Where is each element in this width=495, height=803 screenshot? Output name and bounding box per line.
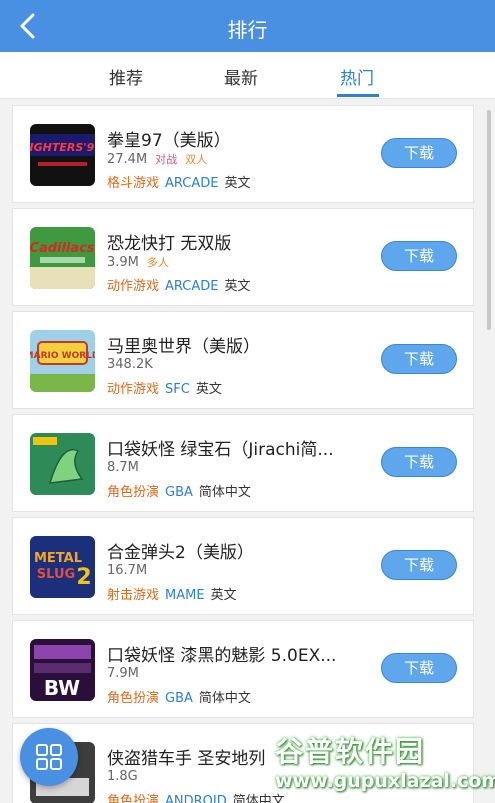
game-thumbnail: METAL SLUG 2 bbox=[30, 536, 95, 598]
tab-bar: 推荐 最新 热门 bbox=[0, 52, 495, 99]
svg-text:SLUG: SLUG bbox=[37, 567, 75, 582]
tab-latest[interactable]: 最新 bbox=[224, 64, 258, 89]
game-meta: 8.7M bbox=[107, 460, 139, 475]
game-card[interactable]: 口袋妖怪 绿宝石（Jirachi简... 8.7M 角色扮演 GBA 简体中文 下载 bbox=[12, 414, 474, 512]
game-name: 口袋妖怪 绿宝石（Jirachi简... bbox=[107, 440, 334, 460]
game-size: 1.8G bbox=[107, 769, 138, 784]
download-button[interactable]: 下载 bbox=[381, 653, 457, 683]
game-category: 格斗游戏 bbox=[107, 176, 160, 191]
grid-menu-button[interactable] bbox=[20, 728, 78, 786]
svg-text:BW: BW bbox=[44, 676, 80, 700]
game-card[interactable]: FIGHTERS'97 拳皇97（美版） 27.4M 对战双人 格斗游戏 ARCAD… bbox=[12, 105, 474, 203]
game-meta: 27.4M 对战 双人 bbox=[107, 151, 207, 167]
game-platform: GBA bbox=[165, 485, 193, 500]
game-language: 简体中文 bbox=[198, 485, 251, 500]
game-info: 射击游戏 MAME 英文 bbox=[107, 584, 237, 603]
game-size: 27.4M bbox=[107, 152, 148, 167]
game-platform: GBA bbox=[165, 691, 193, 706]
watermark-url: www.gupuxlazal.com bbox=[275, 770, 495, 792]
game-platform: SFC bbox=[165, 382, 190, 397]
game-category: 动作游戏 bbox=[107, 382, 160, 397]
game-name: 恐龙快打 无双版 bbox=[107, 234, 232, 254]
game-language: 简体中文 bbox=[198, 691, 251, 706]
game-info: 角色扮演 ANDROID 简体中文 bbox=[107, 790, 285, 803]
game-tag: 双人 bbox=[185, 153, 208, 166]
download-button[interactable]: 下载 bbox=[381, 241, 457, 271]
game-size: 348.2K bbox=[107, 357, 153, 372]
game-card[interactable]: Cadillacs 恐龙快打 无双版 3.9M 多人 动作游戏 ARCADE 英文 下… bbox=[12, 208, 474, 306]
game-name: 口袋妖怪 漆黑的魅影 5.0EX... bbox=[107, 646, 337, 666]
game-meta: 16.7M bbox=[107, 563, 147, 578]
game-meta: 348.2K bbox=[107, 357, 153, 372]
game-name: 合金弹头2（美版） bbox=[107, 543, 254, 563]
game-thumbnail: Cadillacs bbox=[30, 227, 95, 289]
scrollbar[interactable] bbox=[487, 110, 491, 330]
app-header: 排行 bbox=[0, 0, 495, 52]
svg-text:METAL: METAL bbox=[34, 551, 82, 566]
game-platform: ARCADE bbox=[165, 279, 219, 294]
download-button[interactable]: 下载 bbox=[381, 447, 457, 477]
game-language: 英文 bbox=[195, 382, 222, 397]
svg-text:FIGHTERS'97: FIGHTERS'97 bbox=[30, 141, 95, 154]
game-meta: 3.9M 多人 bbox=[107, 254, 169, 270]
game-meta: 7.9M bbox=[107, 666, 139, 681]
download-button[interactable]: 下载 bbox=[381, 138, 457, 168]
game-info: 动作游戏 ARCADE 英文 bbox=[107, 275, 251, 294]
game-language: 英文 bbox=[224, 176, 251, 191]
svg-text:Cadillacs: Cadillacs bbox=[30, 241, 95, 256]
game-category: 角色扮演 bbox=[107, 485, 160, 500]
game-language: 英文 bbox=[210, 588, 237, 603]
game-platform: ARCADE bbox=[165, 176, 219, 191]
game-category: 射击游戏 bbox=[107, 588, 160, 603]
game-name: 拳皇97（美版） bbox=[107, 131, 231, 151]
game-card[interactable]: METAL SLUG 2 合金弹头2（美版） 16.7M 射击游戏 MAME 英文 … bbox=[12, 517, 474, 615]
game-language: 英文 bbox=[224, 279, 251, 294]
active-tab-indicator bbox=[337, 94, 379, 97]
game-thumbnail: FIGHTERS'97 bbox=[30, 124, 95, 186]
game-size: 3.9M bbox=[107, 255, 139, 270]
game-info: 格斗游戏 ARCADE 英文 bbox=[107, 172, 251, 191]
game-list[interactable]: FIGHTERS'97 拳皇97（美版） 27.4M 对战双人 格斗游戏 ARCAD… bbox=[0, 99, 495, 803]
game-info: 动作游戏 SFC 英文 bbox=[107, 378, 222, 397]
watermark-title: 谷普软件园 bbox=[275, 735, 426, 768]
page-title: 排行 bbox=[227, 18, 268, 42]
download-button[interactable]: 下载 bbox=[381, 550, 457, 580]
game-card[interactable]: BW 口袋妖怪 漆黑的魅影 5.0EX... 7.9M 角色扮演 GBA 简体中文 … bbox=[12, 620, 474, 718]
grid-icon bbox=[36, 744, 62, 770]
game-tag: 对战 bbox=[155, 153, 178, 166]
game-platform: ANDROID bbox=[165, 794, 227, 803]
game-category: 动作游戏 bbox=[107, 279, 160, 294]
tab-hot[interactable]: 热门 bbox=[340, 64, 374, 89]
svg-text:MARIO WORLD: MARIO WORLD bbox=[30, 351, 95, 361]
game-category: 角色扮演 bbox=[107, 794, 160, 803]
site-watermark: 谷普软件园 www.gupuxlazal.com bbox=[275, 730, 495, 796]
game-platform: MAME bbox=[165, 588, 205, 603]
game-thumbnail: MARIO WORLD bbox=[30, 330, 95, 392]
download-button[interactable]: 下载 bbox=[381, 344, 457, 374]
game-meta: 1.8G bbox=[107, 769, 138, 784]
game-name: 马里奥世界（美版） bbox=[107, 337, 260, 357]
tab-recommended[interactable]: 推荐 bbox=[109, 64, 143, 89]
game-info: 角色扮演 GBA 简体中文 bbox=[107, 481, 251, 500]
game-thumbnail: BW bbox=[30, 639, 95, 701]
game-card[interactable]: MARIO WORLD 马里奥世界（美版） 348.2K 动作游戏 SFC 英文 下… bbox=[12, 311, 474, 409]
game-category: 角色扮演 bbox=[107, 691, 160, 706]
game-thumbnail bbox=[30, 433, 95, 495]
game-info: 角色扮演 GBA 简体中文 bbox=[107, 687, 251, 706]
game-tag: 多人 bbox=[146, 256, 169, 269]
game-size: 16.7M bbox=[107, 563, 148, 578]
svg-text:2: 2 bbox=[76, 565, 91, 590]
game-size: 8.7M bbox=[107, 460, 139, 475]
game-size: 7.9M bbox=[107, 666, 139, 681]
